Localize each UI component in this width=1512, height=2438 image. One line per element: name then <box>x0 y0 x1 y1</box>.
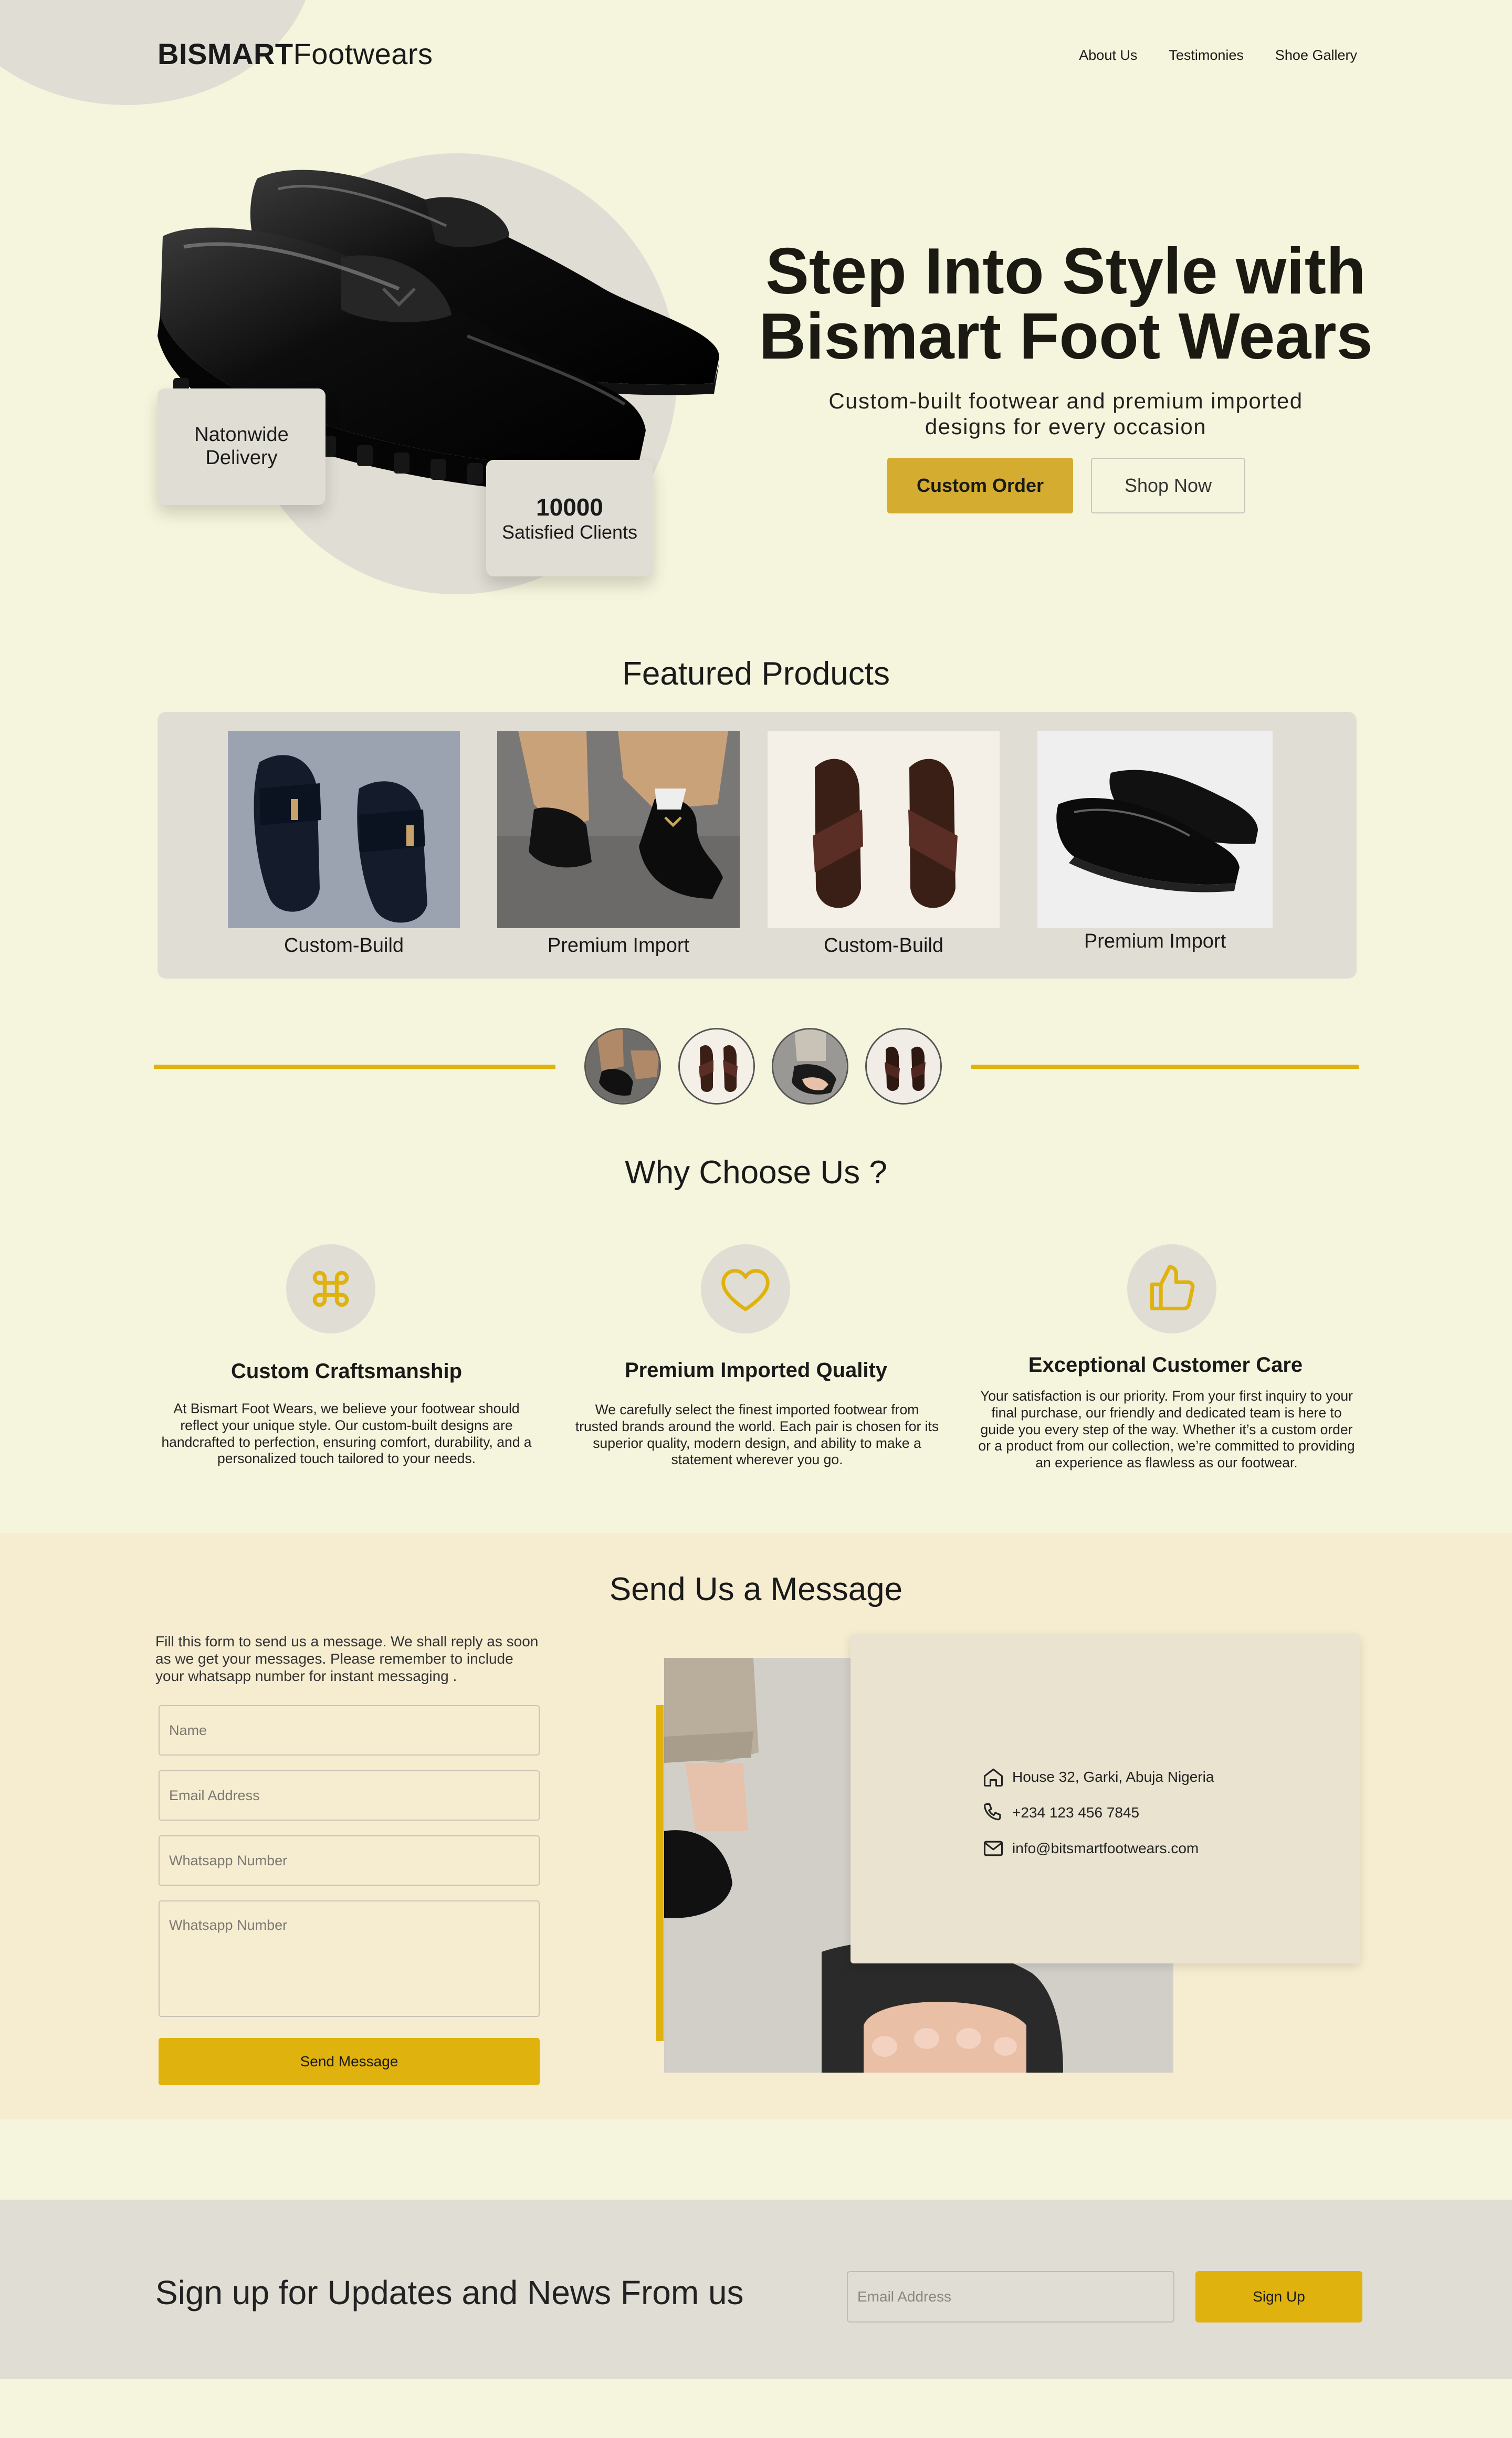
black-loafers-image <box>1037 731 1273 928</box>
featured-panel: Custom-Build Premium Import Custom-Build… <box>158 712 1357 979</box>
feature-text: We carefully select the finest imported … <box>575 1402 939 1468</box>
feature-text: Your satisfaction is our priority. From … <box>978 1388 1355 1471</box>
contact-intro: Fill this form to send us a message. We … <box>155 1633 539 1685</box>
brown-sandals-image <box>768 731 1000 928</box>
delivery-line2: Delivery <box>205 447 278 469</box>
mail-icon <box>983 1841 1003 1856</box>
email-text: info@bitsmartfootwears.com <box>1012 1840 1199 1856</box>
brand-logo[interactable]: BISMARTFootwears <box>158 37 433 71</box>
divider-line-right <box>971 1065 1359 1069</box>
heart-icon <box>701 1244 790 1333</box>
gallery-thumb-loafers[interactable] <box>584 1028 661 1105</box>
sign-up-button[interactable]: Sign Up <box>1195 2271 1362 2323</box>
product-card[interactable]: Premium Import <box>497 731 740 957</box>
address-text: House 32, Garki, Abuja Nigeria <box>1012 1769 1214 1785</box>
product-card[interactable]: Custom-Build <box>768 731 1000 957</box>
feature-text: At Bismart Foot Wears, we believe your f… <box>161 1401 532 1467</box>
contact-info-card: House 32, Garki, Abuja Nigeria +234 123 … <box>850 1634 1360 1963</box>
gallery-thumb-brown-sandals[interactable] <box>865 1028 942 1105</box>
divider-line-left <box>154 1065 555 1069</box>
hero-title: Step Into Style with Bismart Foot Wears <box>759 235 1373 373</box>
phone-icon <box>983 1803 1001 1821</box>
nav-testimonies[interactable]: Testimonies <box>1169 47 1244 64</box>
whatsapp-field[interactable] <box>159 1835 540 1886</box>
message-field[interactable] <box>159 1900 540 2017</box>
email-row[interactable]: info@bitsmartfootwears.com <box>982 1837 1199 1860</box>
clients-card: 10000 Satisfied Clients <box>486 460 653 576</box>
delivery-card: Natonwide Delivery <box>158 388 326 505</box>
hero-subtitle: Custom-built footwear and premium import… <box>828 388 1303 439</box>
name-field[interactable] <box>159 1705 540 1756</box>
custom-order-button[interactable]: Custom Order <box>887 458 1073 513</box>
product-caption: Premium Import <box>1084 930 1226 952</box>
newsletter-title: Sign up for Updates and News From us <box>155 2274 744 2311</box>
feature-title: Custom Craftsmanship <box>230 1360 463 1383</box>
loafers-worn-image <box>497 731 740 928</box>
product-caption: Custom-Build <box>284 934 404 957</box>
address-row: House 32, Garki, Abuja Nigeria <box>982 1766 1214 1789</box>
send-message-button[interactable]: Send Message <box>159 2038 540 2085</box>
command-icon <box>286 1244 375 1333</box>
shop-now-button[interactable]: Shop Now <box>1091 458 1245 513</box>
why-title: Why Choose Us ? <box>625 1154 887 1191</box>
accent-bar <box>656 1705 664 2041</box>
gallery-thumb-slides-worn[interactable] <box>772 1028 848 1105</box>
thumbs-up-icon <box>1127 1244 1216 1333</box>
delivery-line1: Natonwide <box>194 424 289 446</box>
nav-about-us[interactable]: About Us <box>1079 47 1137 64</box>
product-caption: Custom-Build <box>823 934 944 957</box>
contact-title: Send Us a Message <box>609 1571 903 1607</box>
clients-count: 10000 <box>536 493 603 521</box>
phone-text: +234 123 456 7845 <box>1012 1804 1140 1821</box>
clients-label: Satisfied Clients <box>501 521 638 543</box>
main-nav: About Us Testimonies Shoe Gallery <box>1079 47 1357 64</box>
product-caption: Premium Import <box>547 934 690 957</box>
featured-title: Featured Products <box>622 656 890 692</box>
nav-shoe-gallery[interactable]: Shoe Gallery <box>1275 47 1357 64</box>
feature-title: Exceptional Customer Care <box>1028 1353 1303 1376</box>
feature-title: Premium Imported Quality <box>624 1359 888 1382</box>
phone-row[interactable]: +234 123 456 7845 <box>982 1801 1139 1824</box>
home-icon <box>983 1768 1003 1787</box>
newsletter-email-input[interactable] <box>847 2271 1174 2323</box>
email-field[interactable] <box>159 1770 540 1821</box>
black-slides-image <box>228 731 460 928</box>
product-card[interactable]: Custom-Build <box>228 731 460 957</box>
gallery-thumb-sandals[interactable] <box>678 1028 755 1105</box>
product-card[interactable]: Premium Import <box>1037 731 1273 953</box>
